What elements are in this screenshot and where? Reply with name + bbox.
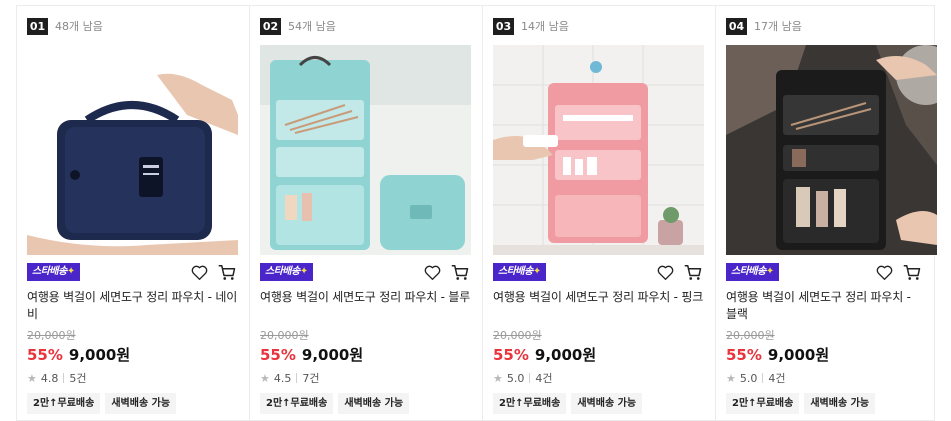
review-count: 5건: [69, 372, 87, 385]
product-grid: 01 48개 남음 스타배송✦ 여행용 벽걸이 세면도구 정리 파우치 - 네이…: [0, 0, 951, 421]
rank-badge: 04: [726, 17, 747, 35]
rank-badge: 01: [27, 17, 48, 35]
cart-icon[interactable]: [902, 262, 922, 282]
rating-row: ★ 4.8 5건: [27, 370, 239, 386]
rating-row: ★ 4.5 7건: [260, 370, 472, 386]
badge-actions-row: 스타배송✦: [493, 261, 705, 283]
discount-rate: 55%: [27, 346, 63, 364]
cart-icon[interactable]: [450, 262, 470, 282]
product-title[interactable]: 여행용 벽걸이 세면도구 정리 파우치 - 핑크: [493, 289, 705, 323]
sale-price: 9,000원: [301, 346, 364, 364]
rating-score: 4.5: [273, 371, 292, 385]
divider: [296, 373, 298, 383]
dawn-delivery-tag: 새벽배송 가능: [105, 393, 177, 414]
badge-actions-row: 스타배송✦: [260, 261, 472, 283]
product-photo: [493, 45, 704, 255]
rating-score: 4.8: [40, 371, 59, 385]
sale-price: 9,000원: [534, 346, 597, 364]
heart-icon[interactable]: [874, 262, 894, 282]
heart-icon[interactable]: [655, 262, 675, 282]
product-title[interactable]: 여행용 벽걸이 세면도구 정리 파우치 - 블루: [260, 289, 472, 323]
rank-badge: 02: [260, 17, 281, 35]
free-shipping-tag: 2만↑무료배송: [493, 393, 567, 414]
original-price: 20,000원: [27, 329, 76, 342]
card-actions: [189, 262, 239, 282]
free-shipping-tag: 2만↑무료배송: [726, 393, 800, 414]
tag-list: 2만↑무료배송 새벽배송 가능: [260, 393, 472, 414]
card-header: 01 48개 남음: [27, 16, 239, 36]
price-row: 55% 9,000원: [260, 344, 472, 366]
stock-remaining: 17개 남음: [754, 20, 802, 33]
product-image[interactable]: [493, 45, 704, 255]
divider: [529, 373, 531, 383]
product-photo: [726, 45, 937, 255]
product-title[interactable]: 여행용 벽걸이 세면도구 정리 파우치 - 블랙: [726, 289, 924, 323]
product-card[interactable]: 03 14개 남음 스타배송✦ 여행용 벽걸이 세면도구 정리 파우치 - 핑크…: [482, 5, 715, 421]
original-price: 20,000원: [493, 329, 542, 342]
stock-remaining: 48개 남음: [55, 20, 103, 33]
dawn-delivery-tag: 새벽배송 가능: [338, 393, 410, 414]
divider: [63, 373, 65, 383]
product-card[interactable]: 01 48개 남음 스타배송✦ 여행용 벽걸이 세면도구 정리 파우치 - 네이…: [16, 5, 249, 421]
star-icon: ★: [493, 371, 503, 385]
badge-actions-row: 스타배송✦: [27, 261, 239, 283]
product-image[interactable]: [27, 45, 238, 255]
card-header: 04 17개 남음: [726, 16, 924, 36]
rank-badge: 03: [493, 17, 514, 35]
original-price: 20,000원: [726, 329, 775, 342]
card-header: 03 14개 남음: [493, 16, 705, 36]
card-actions: [655, 262, 705, 282]
product-card[interactable]: 04 17개 남음 스타배송✦ 여행용 벽걸이 세면도구 정리 파우치 - 블랙…: [715, 5, 937, 421]
tag-list: 2만↑무료배송 새벽배송 가능: [27, 393, 239, 414]
rating-score: 5.0: [506, 371, 525, 385]
star-icon: ★: [726, 371, 736, 385]
star-icon: ★: [27, 371, 37, 385]
star-delivery-badge: 스타배송✦: [493, 263, 546, 281]
review-count: 4건: [535, 372, 553, 385]
sale-price: 9,000원: [68, 346, 131, 364]
divider: [762, 373, 764, 383]
card-header: 02 54개 남음: [260, 16, 472, 36]
free-shipping-tag: 2만↑무료배송: [27, 393, 101, 414]
price-row: 55% 9,000원: [27, 344, 239, 366]
stock-remaining: 54개 남음: [288, 20, 336, 33]
star-delivery-badge: 스타배송✦: [726, 263, 779, 281]
tag-list: 2만↑무료배송 새벽배송 가능: [726, 393, 924, 414]
product-image[interactable]: [726, 45, 937, 255]
card-actions: [422, 262, 472, 282]
product-photo: [260, 45, 471, 255]
heart-icon[interactable]: [189, 262, 209, 282]
price-row: 55% 9,000원: [493, 344, 705, 366]
price-row: 55% 9,000원: [726, 344, 924, 366]
dawn-delivery-tag: 새벽배송 가능: [571, 393, 643, 414]
card-actions: [874, 262, 924, 282]
star-icon: ★: [260, 371, 270, 385]
star-delivery-badge: 스타배송✦: [27, 263, 80, 281]
product-title[interactable]: 여행용 벽걸이 세면도구 정리 파우치 - 네이비: [27, 289, 239, 323]
rating-row: ★ 5.0 4건: [726, 370, 924, 386]
discount-rate: 55%: [493, 346, 529, 364]
discount-rate: 55%: [260, 346, 296, 364]
cart-icon[interactable]: [217, 262, 237, 282]
heart-icon[interactable]: [422, 262, 442, 282]
star-delivery-badge: 스타배송✦: [260, 263, 313, 281]
free-shipping-tag: 2만↑무료배송: [260, 393, 334, 414]
review-count: 4건: [768, 372, 786, 385]
product-photo: [27, 45, 238, 255]
rating-score: 5.0: [739, 371, 758, 385]
discount-rate: 55%: [726, 346, 762, 364]
dawn-delivery-tag: 새벽배송 가능: [804, 393, 876, 414]
badge-actions-row: 스타배송✦: [726, 261, 924, 283]
review-count: 7건: [302, 372, 320, 385]
product-image[interactable]: [260, 45, 471, 255]
original-price: 20,000원: [260, 329, 309, 342]
stock-remaining: 14개 남음: [521, 20, 569, 33]
cart-icon[interactable]: [683, 262, 703, 282]
rating-row: ★ 5.0 4건: [493, 370, 705, 386]
product-card[interactable]: 02 54개 남음 스타배송✦ 여행용 벽걸이 세면도구 정리 파우치 - 블루…: [249, 5, 482, 421]
tag-list: 2만↑무료배송 새벽배송 가능: [493, 393, 705, 414]
sale-price: 9,000원: [767, 346, 830, 364]
